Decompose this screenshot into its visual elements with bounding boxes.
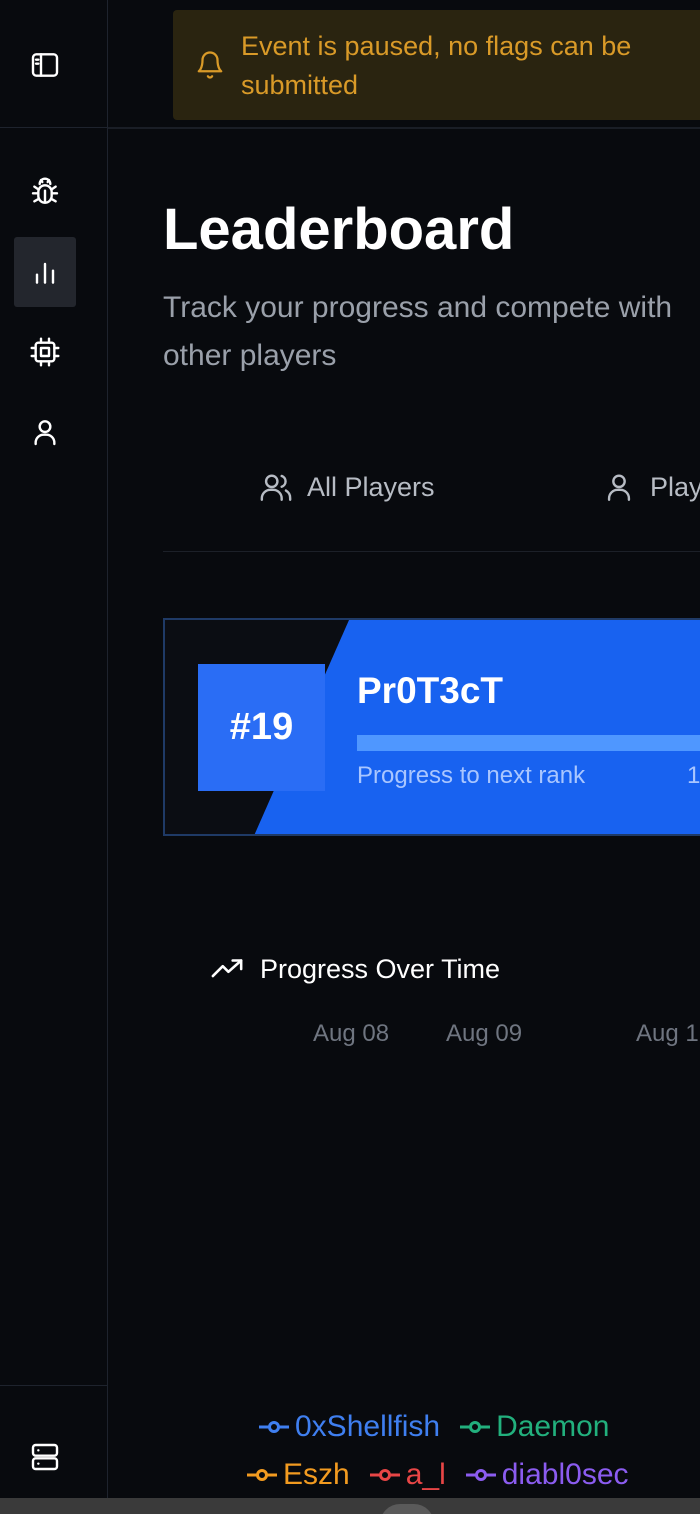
chip-icon	[30, 337, 60, 367]
header-divider	[108, 127, 700, 129]
legend-item[interactable]: diabl0sec	[465, 1458, 629, 1492]
chart-header: Progress Over Time	[210, 952, 500, 986]
sidebar-bottom-divider	[0, 1385, 108, 1386]
sidebar-toggle-button[interactable]	[14, 30, 76, 100]
user-icon	[34, 420, 56, 446]
chart-legend-row: 0xShellfish Daemon	[259, 1410, 609, 1444]
sidebar-toggle-icon	[31, 53, 59, 77]
legend-marker-icon	[369, 1469, 400, 1481]
progress-label: Progress to next rank	[357, 762, 586, 789]
x-tick-label: Aug 1	[636, 1020, 699, 1047]
event-paused-banner: Event is paused, no flags can be submitt…	[173, 10, 700, 120]
users-icon	[260, 474, 292, 501]
tab-players[interactable]: Players	[602, 470, 700, 504]
legend-label: Daemon	[496, 1410, 610, 1443]
legend-label: diabl0sec	[501, 1458, 629, 1491]
sidebar-item-server[interactable]	[14, 1422, 76, 1492]
user-icon	[607, 474, 631, 501]
x-tick-label: Aug 08	[313, 1020, 390, 1047]
page-subtitle: Track your progress and compete with oth…	[163, 291, 673, 372]
sidebar-item-profile[interactable]	[14, 397, 76, 467]
home-handle[interactable]	[380, 1504, 434, 1514]
bell-icon	[197, 51, 223, 79]
x-tick-label: Aug 09	[446, 1020, 523, 1047]
legend-marker-icon	[247, 1469, 277, 1481]
rank-progress-fill	[357, 735, 700, 751]
trending-up-icon	[211, 959, 243, 978]
legend-marker-icon	[460, 1421, 491, 1433]
tabs-divider	[163, 551, 700, 552]
rank-badge: #19	[198, 664, 325, 791]
sidebar-item-challenges[interactable]	[14, 157, 76, 227]
legend-item[interactable]: 0xShellfish	[259, 1410, 440, 1444]
chart-title: Progress Over Time	[260, 953, 501, 984]
tab-all-players[interactable]: All Players	[259, 470, 435, 504]
legend-marker-icon	[259, 1421, 289, 1433]
legend-label: a_l	[405, 1458, 446, 1491]
player-name: Pr0T3cT	[357, 670, 504, 711]
page-title: Leaderboard	[163, 197, 515, 262]
legend-label: Eszh	[283, 1458, 350, 1491]
sidebar-top-divider	[0, 127, 108, 128]
banner-message: Event is paused, no flags can be submitt…	[241, 31, 632, 100]
bar-chart-icon	[35, 262, 55, 284]
rank-card: #19 Pr0T3cT Progress to next rank 1	[163, 618, 700, 836]
sidebar-item-leaderboard[interactable]	[14, 237, 76, 307]
legend-item[interactable]: Daemon	[460, 1410, 609, 1444]
server-icon	[31, 1443, 59, 1471]
legend-item[interactable]: a_l	[369, 1458, 446, 1492]
chart-legend-row: Eszh a_l diabl0sec	[247, 1458, 629, 1492]
legend-item[interactable]: Eszh	[247, 1458, 350, 1492]
tab-all-players-label: All Players	[307, 471, 435, 502]
sidebar	[0, 0, 108, 1498]
sidebar-item-machines[interactable]	[14, 317, 76, 387]
legend-label: 0xShellfish	[295, 1410, 441, 1443]
system-bottom-bar	[0, 1498, 700, 1514]
progress-value: 1	[687, 762, 700, 789]
rank-progress-bar	[357, 735, 700, 751]
app-frame: Event is paused, no flags can be submitt…	[0, 0, 700, 1514]
legend-marker-icon	[465, 1469, 496, 1481]
bug-icon	[31, 177, 59, 204]
tab-players-label: Players	[650, 471, 700, 502]
